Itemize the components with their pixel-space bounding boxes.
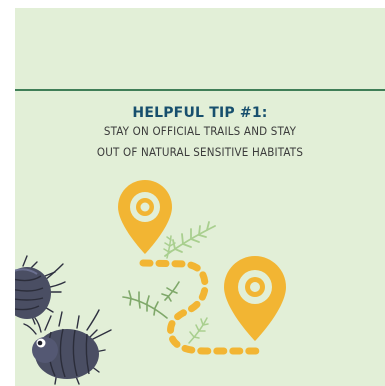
- trail-illustration: [15, 180, 286, 385]
- map-pin-icon: [224, 256, 286, 341]
- fern-leaf-icon: [188, 317, 209, 344]
- map-pin-icon: [118, 180, 172, 254]
- pill-bug-illustration: [23, 309, 112, 385]
- pill-bug-illustration: [15, 255, 66, 325]
- tip-panel: HELPFUL TIP #1: STAY ON OFFICIAL TRAILS …: [15, 8, 385, 386]
- fern-leaf-icon: [122, 281, 180, 319]
